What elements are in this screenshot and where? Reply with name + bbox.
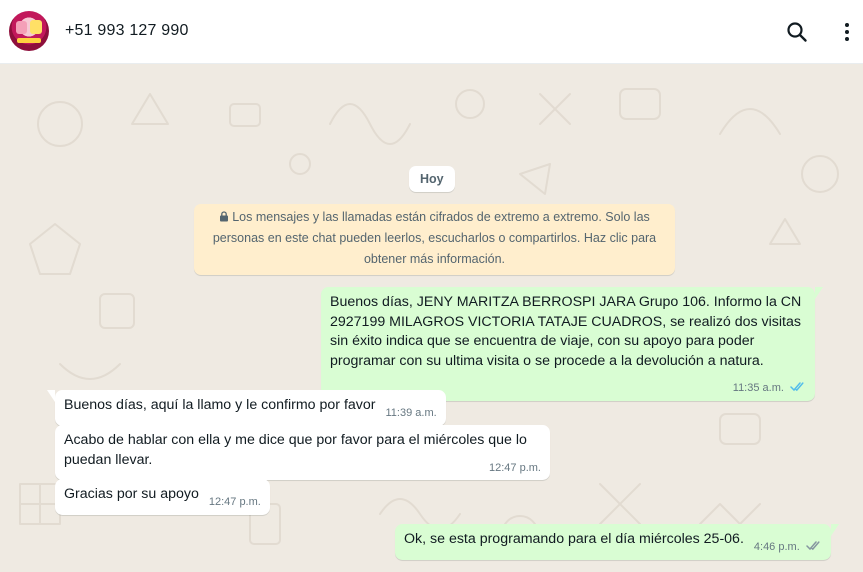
delivered-receipt-icon [806, 541, 820, 551]
kebab-menu-icon [845, 23, 849, 41]
contact-avatar[interactable] [9, 11, 49, 51]
message-text: Acabo de hablar con ella y me dice que p… [64, 432, 527, 468]
message-text: Gracias por su apoyo [64, 486, 199, 502]
message-meta: 11:35 a.m. [733, 379, 806, 399]
avatar-image-part [17, 38, 41, 43]
message-bubble-incoming[interactable]: Acabo de hablar con ella y me dice que p… [55, 425, 550, 480]
message-bubble-outgoing[interactable]: Buenos días, JENY MARITZA BERROSPI JARA … [321, 287, 823, 401]
message-bubble-incoming[interactable]: Gracias por su apoyo 12:47 p.m. [55, 479, 270, 515]
encryption-notice-text: Los mensajes y las llamadas están cifrad… [212, 210, 657, 266]
date-chip: Hoy [409, 166, 455, 192]
message-meta: 12:47 p.m. [489, 459, 541, 479]
message-time: 4:46 p.m. [753, 541, 800, 553]
message-bubble-outgoing[interactable]: Ok, se esta programando para el día miér… [395, 524, 839, 560]
search-button[interactable] [781, 16, 813, 48]
avatar-image-part [16, 21, 27, 34]
message-text: Buenos días, JENY MARITZA BERROSPI JARA … [330, 294, 802, 369]
message-bubble-incoming[interactable]: Buenos días, aquí la llamo y le confirmo… [47, 390, 446, 426]
message-text: Ok, se esta programando para el día miér… [404, 531, 744, 547]
message-time: 11:39 a.m. [385, 407, 437, 419]
message-meta: 11:39 a.m. [386, 404, 437, 424]
read-receipt-icon [790, 382, 804, 392]
bubble-tail [47, 390, 55, 402]
bubble-tail [815, 287, 823, 299]
message-text: Buenos días, aquí la llamo y le confirmo… [64, 397, 376, 413]
message-time: 11:35 a.m. [732, 382, 784, 394]
contact-name[interactable]: +51 993 127 990 [65, 22, 189, 40]
message-time: 12:47 p.m. [208, 496, 261, 508]
message-time: 12:47 p.m. [489, 461, 541, 474]
menu-button[interactable] [831, 16, 863, 48]
chat-header: +51 993 127 990 [0, 0, 863, 64]
avatar-image-part [30, 20, 42, 34]
encryption-notice[interactable]: Los mensajes y las llamadas están cifrad… [194, 204, 675, 275]
lock-icon [220, 211, 229, 222]
message-meta: 12:47 p.m. [209, 493, 261, 513]
bubble-tail [830, 524, 839, 536]
chat-panel[interactable]: Hoy Los mensajes y las llamadas están ci… [0, 64, 863, 572]
search-icon [787, 22, 807, 42]
message-meta: 4:46 p.m. [754, 538, 822, 558]
